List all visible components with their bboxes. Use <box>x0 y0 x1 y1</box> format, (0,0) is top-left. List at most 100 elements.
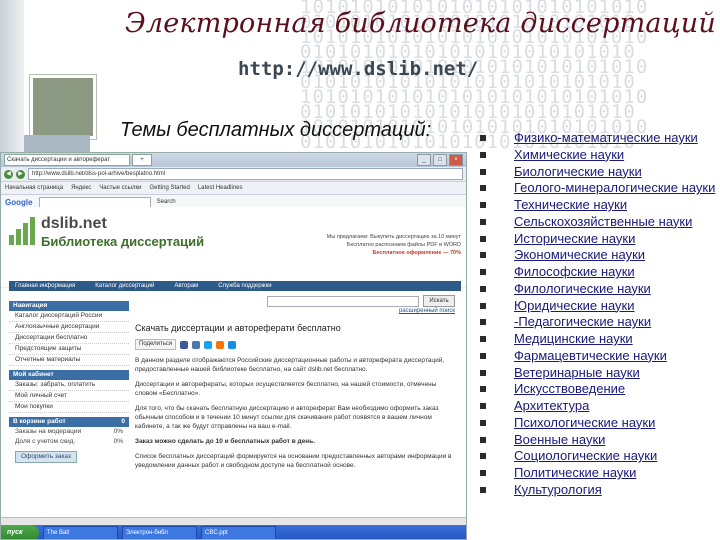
topic-link[interactable]: Геолого-минералогические науки <box>478 181 718 195</box>
odnoklassniki-icon[interactable] <box>216 340 225 349</box>
sidebar-nav-link[interactable]: Отчетные материалы <box>9 355 129 366</box>
topic-link[interactable]: Биологические науки <box>478 164 718 179</box>
work-head-count: 0 <box>121 418 125 425</box>
site-nav-item[interactable]: Главная информация <box>15 281 75 291</box>
topic-label: Архитектура <box>514 398 590 413</box>
topic-link[interactable]: Культурология <box>478 481 718 497</box>
taskbar-task[interactable]: The Bat! <box>43 526 118 539</box>
browser-titlebar: Скачать диссертации и автореферат + _ □ … <box>1 153 466 167</box>
bookmark-link[interactable]: Latest Headlines <box>198 185 243 191</box>
site-search-input[interactable] <box>267 295 419 307</box>
site-nav-item[interactable]: Авторам <box>174 281 198 291</box>
topic-label: Военные науки <box>514 431 606 447</box>
topic-link[interactable]: Фармацевтические науки <box>478 348 718 363</box>
browser-toolbar: ◀ ▶ http://www.dslib.net/diss-pol-arhive… <box>1 167 466 182</box>
site-sidebar: Навигация Каталог диссертаций России Англ… <box>9 297 129 467</box>
topic-link[interactable]: Ветеринарные науки <box>478 365 718 380</box>
topic-link[interactable]: Экономические науки <box>478 248 718 262</box>
sidebar-cabinet-link[interactable]: Заказы: забрать, оплатить <box>9 380 129 391</box>
site-nav-item[interactable]: Каталог диссертаций <box>95 281 154 291</box>
topic-link[interactable]: Медицинские науки <box>478 332 718 346</box>
site-nav-item[interactable]: Служба поддержки <box>218 281 271 291</box>
slide-title: Электронная библиотека диссертаций <box>125 8 716 39</box>
slide-url[interactable]: http://www.dslib.net/ <box>238 58 478 80</box>
taskbar-task[interactable]: Электрон-библ <box>122 526 197 539</box>
topic-link[interactable]: Политические науки <box>478 466 718 480</box>
content-paragraph: Заказ можно сделать до 10 и бесплатных р… <box>135 438 315 445</box>
topic-link[interactable]: Юридические науки <box>478 298 718 313</box>
twitter-icon[interactable] <box>204 340 213 349</box>
sidebar-nav-link[interactable]: Каталог диссертаций России <box>9 311 129 322</box>
sidebar-nav-links: Каталог диссертаций России Англоязычные д… <box>9 311 129 366</box>
table-value: 0% <box>113 438 123 445</box>
sidebar-nav-link[interactable]: Англоязычные диссертации <box>9 322 129 333</box>
sidebar-table: Заказы на модерации 0% Доля с учетом скид.… <box>9 427 129 447</box>
bullet-icon <box>480 235 486 242</box>
topic-link[interactable]: -Педагогические науки <box>478 315 718 329</box>
facebook-icon[interactable] <box>180 340 189 349</box>
checkout-button[interactable]: Оформить заказ <box>15 451 77 463</box>
sidebar-table-row: Заказы на модерации 0% <box>9 427 129 437</box>
topic-link[interactable]: Социологические науки <box>478 449 718 463</box>
decorative-square <box>30 75 96 139</box>
bullet-icon <box>480 369 486 376</box>
topic-label: Сельскохозяйственные науки <box>514 213 693 229</box>
topic-link[interactable]: Филологические науки <box>478 281 718 296</box>
content-paragraph: Диссертации и авторефераты, которых осущ… <box>135 381 437 397</box>
sidebar-nav-link[interactable]: Диссертации бесплатно <box>9 333 129 344</box>
site-content: Искать расширенный поиск Скачать диссерт… <box>135 295 455 476</box>
topic-link[interactable]: Архитектура <box>478 399 718 413</box>
mailru-icon[interactable] <box>228 340 237 349</box>
website-page: dslib.net Библиотека диссертаций Мы пред… <box>1 207 466 517</box>
topic-link[interactable]: Философские науки <box>478 265 718 279</box>
sidebar-cabinet-link[interactable]: Мой личный счет <box>9 391 129 402</box>
back-icon[interactable]: ◀ <box>4 169 13 179</box>
google-search-button[interactable]: Search <box>157 199 176 205</box>
topic-label: Культурология <box>514 481 602 497</box>
topic-label: Физико-математические науки <box>514 130 698 145</box>
promo-line: Бесплатно распознаем файлы PDF в WORD <box>346 242 461 248</box>
maximize-icon[interactable]: □ <box>433 154 447 166</box>
site-logo-subtitle: Библиотека диссертаций <box>41 234 205 249</box>
new-tab-button[interactable]: + <box>132 154 152 166</box>
advanced-search-link[interactable]: расширенный поиск <box>135 307 455 316</box>
topic-link[interactable]: Физико-математические науки <box>478 131 718 145</box>
site-logo-icon <box>9 217 35 245</box>
bullet-icon <box>480 352 486 359</box>
bookmark-link[interactable]: Начальная страница <box>5 185 63 191</box>
topic-link[interactable]: Сельскохозяйственные науки <box>478 213 718 229</box>
address-bar[interactable]: http://www.dslib.net/diss-pol-arhive/bes… <box>28 168 463 180</box>
sidebar-nav-link[interactable]: Предстоящие защиты <box>9 344 129 355</box>
bullet-icon <box>480 486 486 493</box>
windows-taskbar: пуск The Bat! Электрон-библ CBC.ppt <box>1 525 466 539</box>
bookmark-link[interactable]: Яндекс <box>71 185 91 191</box>
site-header: dslib.net Библиотека диссертаций Мы пред… <box>1 207 466 291</box>
topic-link[interactable]: Искусствоведение <box>478 382 718 396</box>
promo-line: Бесплатное оформление — 70% <box>372 250 461 256</box>
topic-link[interactable]: Химические науки <box>478 147 718 162</box>
topic-label: Искусствоведение <box>514 381 626 397</box>
promo-line: Мы предлагаем: Выкупить диссертацию за 1… <box>326 234 461 240</box>
site-logo-name[interactable]: dslib.net <box>41 215 107 233</box>
vk-icon[interactable] <box>192 340 201 349</box>
sidebar-cabinet-link[interactable]: Мои покупки <box>9 402 129 413</box>
close-icon[interactable]: × <box>449 154 463 166</box>
site-search-button[interactable]: Искать <box>423 295 455 307</box>
start-button[interactable]: пуск <box>1 525 39 539</box>
topic-link[interactable]: Технические науки <box>478 198 718 212</box>
forward-icon[interactable]: ▶ <box>16 169 25 179</box>
bullet-icon <box>480 386 486 393</box>
topic-link[interactable]: Военные науки <box>478 431 718 447</box>
topic-label: Медицинские науки <box>514 331 633 346</box>
minimize-icon[interactable]: _ <box>417 154 431 166</box>
topic-link[interactable]: Исторические науки <box>478 231 718 246</box>
topic-link[interactable]: Психологические науки <box>478 414 718 430</box>
topic-label: Психологические науки <box>514 414 656 430</box>
share-button[interactable]: Поделиться <box>135 339 177 350</box>
browser-tab[interactable]: Скачать диссертации и автореферат <box>4 154 130 166</box>
bookmark-link[interactable]: Getting Started <box>149 185 189 191</box>
topic-label: Экономические науки <box>514 247 646 263</box>
bookmark-link[interactable]: Частые ссылки <box>99 185 141 191</box>
taskbar-task[interactable]: CBC.ppt <box>201 526 276 539</box>
google-search-input[interactable] <box>38 196 151 208</box>
